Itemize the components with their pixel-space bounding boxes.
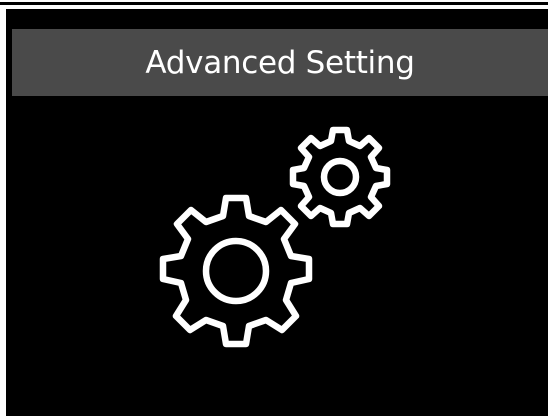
top-border-line xyxy=(0,2,548,5)
device-screen-frame: Advanced Setting xyxy=(0,0,548,416)
small-gear-icon xyxy=(289,126,391,228)
title-bar: Advanced Setting xyxy=(12,29,548,96)
gears-icon xyxy=(159,126,391,348)
large-gear-icon xyxy=(159,194,313,348)
page-title: Advanced Setting xyxy=(145,44,415,81)
